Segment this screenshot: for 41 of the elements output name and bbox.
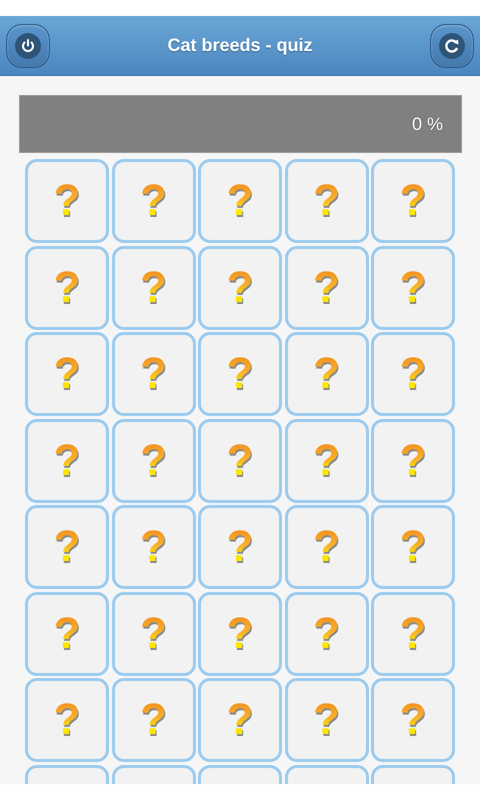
quiz-tile[interactable]: ? — [284, 159, 368, 243]
power-button[interactable] — [6, 24, 50, 68]
quiz-tile[interactable]: ? — [371, 505, 455, 589]
quiz-tile[interactable]: ? — [371, 332, 455, 416]
quiz-tile[interactable]: ? — [25, 505, 109, 589]
quiz-tile[interactable]: ? — [284, 505, 368, 589]
quiz-tile[interactable]: ? — [112, 246, 196, 330]
quiz-tile[interactable]: ? — [25, 159, 109, 243]
quiz-tile[interactable]: ? — [198, 332, 282, 416]
quiz-tile[interactable]: ? — [284, 418, 368, 502]
quiz-tile[interactable]: ? — [284, 678, 368, 762]
quiz-tile[interactable]: ? — [112, 418, 196, 502]
quiz-tile[interactable]: ? — [198, 159, 282, 243]
window-title: Cat breeds - quiz — [167, 35, 313, 56]
progress-reading: 0 % — [412, 114, 443, 135]
quiz-tile[interactable]: ? — [284, 332, 368, 416]
quiz-tile[interactable]: ? — [112, 592, 196, 676]
quiz-tile[interactable]: ? — [112, 678, 196, 762]
refresh-button[interactable] — [430, 24, 474, 68]
quiz-tile[interactable]: ? — [112, 332, 196, 416]
quiz-tile[interactable]: ? — [371, 418, 455, 502]
power-icon — [15, 32, 41, 58]
quiz-tile[interactable]: ? — [198, 678, 282, 762]
quiz-tile[interactable]: ? — [112, 159, 196, 243]
quiz-tile[interactable]: ? — [198, 246, 282, 330]
refresh-icon — [439, 32, 465, 58]
quiz-tile[interactable]: ? — [25, 246, 109, 330]
quiz-tile[interactable]: ? — [284, 246, 368, 330]
quiz-tile[interactable]: ? — [198, 505, 282, 589]
quiz-tile[interactable]: ? — [112, 505, 196, 589]
quiz-tile[interactable]: ? — [284, 592, 368, 676]
quiz-tile[interactable]: ? — [371, 246, 455, 330]
quiz-tile[interactable]: ? — [198, 418, 282, 502]
quiz-tile[interactable]: ? — [25, 592, 109, 676]
quiz-tile[interactable]: ? — [198, 592, 282, 676]
quiz-tile[interactable]: ? — [371, 159, 455, 243]
quiz-tile[interactable]: ? — [371, 592, 455, 676]
quiz-tile[interactable]: ? — [25, 332, 109, 416]
quiz-tile[interactable]: ? — [25, 678, 109, 762]
quiz-tile[interactable]: ? — [371, 678, 455, 762]
quiz-tile[interactable]: ? — [25, 418, 109, 502]
